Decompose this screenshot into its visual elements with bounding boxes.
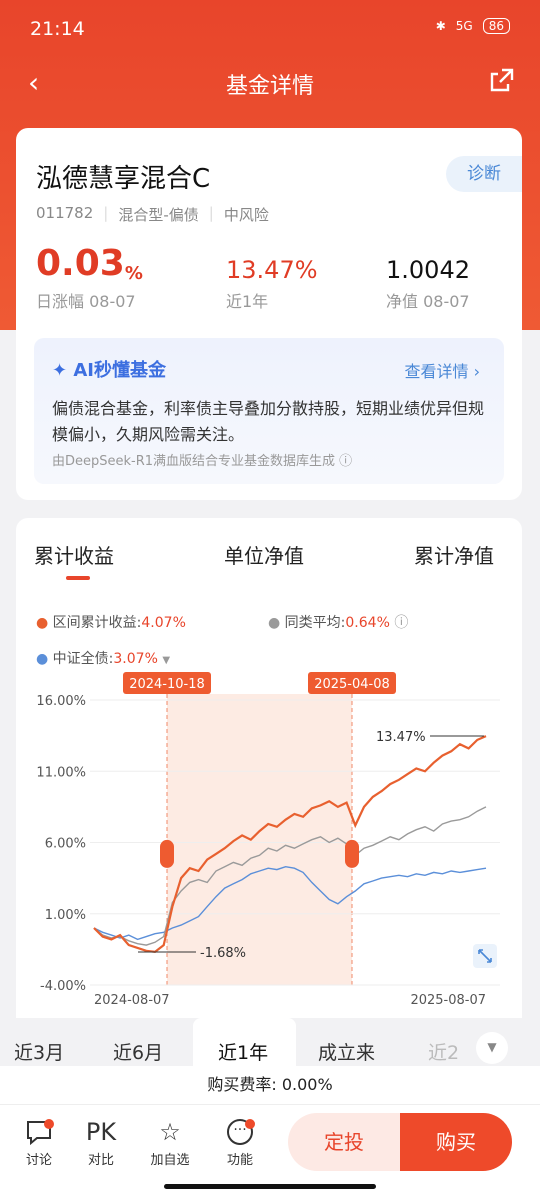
ai-more-link[interactable]: 查看详情 › <box>404 358 480 382</box>
period-1y[interactable]: 近1年 <box>218 1038 268 1065</box>
y-tick-label: 16.00% <box>36 694 86 709</box>
y-tick-label: 1.00% <box>45 908 86 923</box>
legend-average: ● 同类平均:0.64% ⓘ <box>268 615 409 631</box>
tab-unit-nav[interactable]: 单位净值 <box>224 540 304 569</box>
chevron-down-icon[interactable]: ▼ <box>476 1032 508 1064</box>
bluetooth-icon: ✱ <box>435 19 446 33</box>
chat-icon <box>14 1115 64 1149</box>
fund-name: 泓德慧享混合C <box>36 164 211 194</box>
min-annotation: -1.68% <box>200 946 246 961</box>
share-icon[interactable] <box>488 66 516 94</box>
functions-button[interactable]: ··· 功能 <box>215 1115 265 1168</box>
year-return-label: 近1年 <box>226 292 269 311</box>
fund-meta: 011782 | 混合型-偏债 | 中风险 <box>36 204 269 224</box>
range-end-label: 2025-04-08 <box>314 677 390 692</box>
tab-cumulative-return[interactable]: 累计收益 <box>34 540 114 569</box>
legend-fund: ● 区间累计收益:4.07% <box>36 615 186 631</box>
range-handle-0 <box>160 839 174 868</box>
period-6m[interactable]: 近6月 <box>113 1038 163 1065</box>
range-handle-1 <box>345 839 359 868</box>
tab-cumulative-nav[interactable]: 累计净值 <box>414 540 494 569</box>
regular-invest-button[interactable]: 定投 <box>288 1113 400 1171</box>
year-return-stat: 13.47% 近1年 <box>226 252 318 312</box>
x-end-label: 2025-08-07 <box>410 993 486 1008</box>
sparkle-icon: ✦ <box>52 360 68 381</box>
period-options: 近3月 近6月 近1年 成立来 近2 ▼ <box>0 1018 540 1070</box>
add-watchlist-button[interactable]: ☆ 加自选 <box>145 1115 195 1168</box>
nav-label: 净值 08-07 <box>386 292 470 311</box>
tab-underline <box>66 576 90 580</box>
ai-text: 偏债混合基金，利率债主导叠加分散持股，短期业绩优异但规模偏小，久期风险需关注。 <box>52 399 485 444</box>
status-icons: ✱ 5G 86 <box>436 18 510 34</box>
signal-icon: 5G <box>455 19 473 33</box>
purchase-fee: 购买费率: 0.00% <box>0 1066 540 1104</box>
more-icon: ··· <box>215 1115 265 1149</box>
nav-bar: ‹ 基金详情 <box>0 58 540 106</box>
year-return-value: 13.47% <box>226 256 318 284</box>
daily-change-value: 0.03 <box>36 243 125 284</box>
fund-card: 泓德慧享混合C 诊断 011782 | 混合型-偏债 | 中风险 0.03% 日… <box>16 128 522 500</box>
status-time: 21:14 <box>30 18 85 40</box>
ai-summary-box: ✦ AI秒懂基金 查看详情 › 偏债混合基金，利率债主导叠加分散持股，短期业绩优… <box>34 338 504 484</box>
fund-category: 混合型-偏债 <box>118 206 199 224</box>
battery-icon: 86 <box>482 18 510 34</box>
info-icon[interactable]: ⓘ <box>339 454 352 469</box>
y-tick-label: 11.00% <box>36 765 86 780</box>
y-tick-label: -4.00% <box>40 979 86 994</box>
period-3m[interactable]: 近3月 <box>14 1038 64 1065</box>
ai-title: ✦ AI秒懂基金 <box>52 360 167 381</box>
diagnose-button[interactable]: 诊断 <box>446 156 522 192</box>
fund-risk: 中风险 <box>223 206 269 224</box>
info-icon[interactable]: ⓘ <box>394 615 408 631</box>
page-title: 基金详情 <box>225 74 314 99</box>
daily-change-stat: 0.03% 日涨幅 08-07 <box>36 243 143 312</box>
nav-value: 1.0042 <box>386 256 470 284</box>
nav-stat: 1.0042 净值 08-07 <box>386 252 470 312</box>
x-start-label: 2024-08-07 <box>94 993 170 1008</box>
star-icon: ☆ <box>159 1118 181 1146</box>
compare-button[interactable]: PK 对比 <box>76 1115 126 1168</box>
fund-code: 011782 <box>36 204 94 222</box>
return-chart: 16.00% 11.00% 6.00% 1.00% -4.00% 2024-08-07 20… <box>36 672 500 1008</box>
period-since-inception[interactable]: 成立来 <box>318 1038 375 1065</box>
range-start-label: 2024-10-18 <box>129 677 205 692</box>
status-bar: 21:14 ✱ 5G 86 <box>0 0 540 58</box>
chevron-right-icon: › <box>473 362 480 381</box>
y-tick-label: 6.00% <box>45 837 86 852</box>
daily-change-label: 日涨幅 08-07 <box>36 292 136 311</box>
ai-footer: 由DeepSeek-R1满血版结合专业基金数据库生成 ⓘ <box>52 454 353 469</box>
pk-icon: PK <box>85 1118 117 1146</box>
home-indicator <box>164 1184 376 1189</box>
buy-button[interactable]: 购买 <box>400 1113 512 1171</box>
daily-change-unit: % <box>124 263 143 284</box>
max-annotation: 13.47% <box>376 730 426 745</box>
period-2y[interactable]: 近2 <box>428 1038 459 1065</box>
discuss-button[interactable]: 讨论 <box>14 1115 64 1168</box>
